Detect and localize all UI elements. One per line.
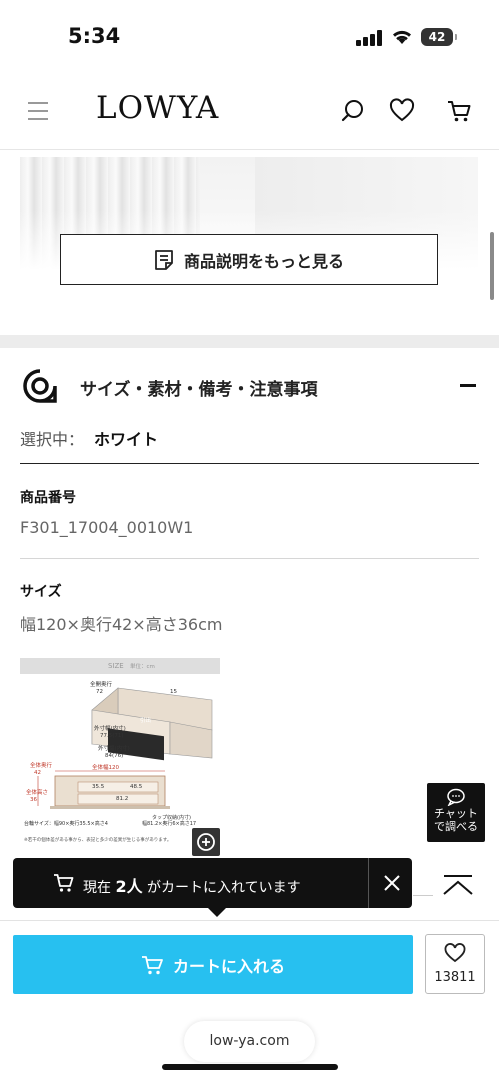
favorite-count: 13811 [434,970,476,985]
section-divider [0,335,499,348]
browser-url-bar[interactable]: low-ya.com [184,1021,315,1062]
diagram-label: 引出 [140,718,152,724]
diagram-label: 全開奥行 [90,682,113,688]
status-bar: 5:34 42 [0,0,499,72]
zoom-in-icon [197,833,215,851]
favorite-button[interactable]: 13811 [425,934,485,994]
diagram-note: ※若干の個体差がある事から、表記と多少の差異が生じる事があります。 [24,838,172,843]
diagram-label: 台輪サイズ：幅90×奥行35.5×高さ4 [24,821,108,827]
battery-icon: 42 [421,28,457,46]
diagram-label: 81.2 [116,796,129,802]
diagram-label: 36 [30,797,37,803]
size-value: 幅120×奥行42×高さ36cm [20,615,223,634]
diagram-label: 全体高さ [26,790,49,796]
heart-icon[interactable] [389,98,415,124]
diagram-label: 外寸幅(内寸) [94,726,126,732]
chat-button[interactable]: チャット で調べる [427,783,485,842]
home-indicator[interactable] [162,1064,338,1070]
diagram-label: 35.5 [92,784,105,790]
zoom-in-button[interactable] [192,828,220,856]
spec-accordion-title: サイズ・素材・備考・注意事項 [80,380,318,400]
site-logo[interactable]: LOWYA [96,90,219,126]
collapse-icon[interactable] [460,384,476,387]
size-label: サイズ [20,584,62,600]
selected-value: ホワイト [94,430,159,449]
show-more-label: 商品説明をもっと見る [183,251,344,271]
search-icon[interactable] [340,98,366,124]
wifi-icon [393,30,411,44]
size-diagram-image[interactable]: SIZE 単位：cm 全開奥行 72 15 引出 外寸幅(内寸) 77.5(71… [20,658,220,858]
diagram-label: 幅81.2×奥行6×高さ17 [142,821,197,827]
toast-count: 2人 [115,877,143,896]
close-icon[interactable] [379,870,405,896]
cart-notification-toast: 現在 2人 がカートに入れています [13,858,412,917]
diagram-label: 48.5 [130,784,143,790]
product-number-value: F301_17004_0010W1 [20,518,194,537]
divider [20,558,479,559]
divider [20,463,479,464]
diagram-unit: 単位：cm [130,664,155,670]
chat-bubble-icon [447,788,465,806]
add-to-cart-label: カートに入れる [172,956,285,976]
selected-label: 選択中： [20,430,85,449]
diagram-title: SIZE [108,662,124,670]
diagram-label: 15 [170,689,177,695]
diagram-label: 72 [96,689,103,695]
document-icon [155,249,173,270]
cart-icon [141,955,163,974]
scrollbar[interactable] [490,232,494,300]
diagram-label: 全体奥行 [30,763,53,769]
tape-measure-icon [23,369,57,403]
selected-variant: 選択中： ホワイト [20,426,158,450]
diagram-label: 全体幅120 [92,765,119,771]
show-more-description-button[interactable]: 商品説明をもっと見る [60,234,438,285]
spec-accordion-header[interactable]: サイズ・素材・備考・注意事項 [20,362,480,410]
signal-icon [356,30,382,46]
menu-icon[interactable] [28,102,48,120]
site-header: LOWYA [0,72,499,150]
chat-label-1: チャット [434,807,478,820]
cart-icon [54,874,74,892]
heart-icon [444,943,466,963]
diagram-label: 77.5(71) [100,733,124,739]
add-to-cart-button[interactable]: カートに入れる [13,935,413,994]
diagram-label: 外寸幅(内寸) [98,746,130,752]
toast-suffix: がカートに入れています [147,880,301,896]
toast-message: 現在 2人 がカートに入れています [83,873,301,897]
product-number-label: 商品番号 [20,490,76,506]
scroll-to-top-icon[interactable] [430,868,486,902]
status-time: 5:34 [68,24,121,48]
chat-label-2: で調べる [434,820,478,833]
cart-icon[interactable] [446,98,472,124]
toast-prefix: 現在 [83,880,111,896]
diagram-label: 42 [34,770,41,776]
diagram-label: 84(76) [105,753,124,759]
